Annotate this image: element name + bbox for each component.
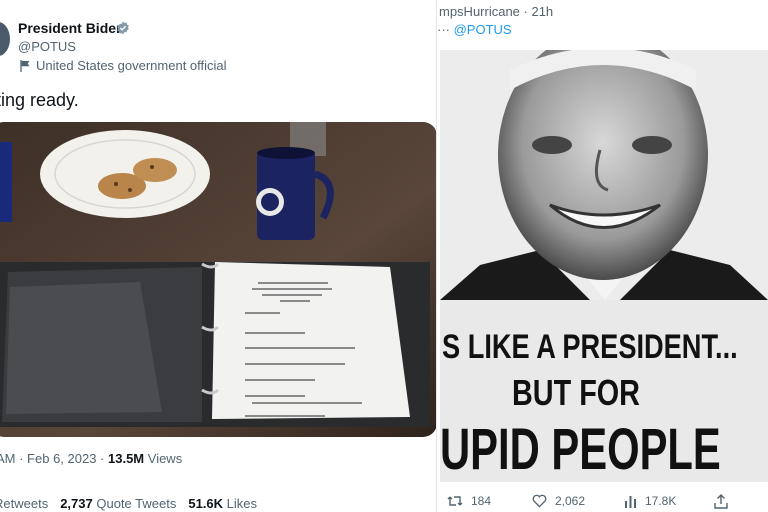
retweet-icon: [447, 496, 463, 506]
heart-icon: [532, 494, 547, 508]
views-label: Views: [144, 451, 183, 466]
likes[interactable]: 51.6K Likes: [188, 496, 257, 511]
government-label: United States government official: [20, 58, 227, 73]
quote-count: 2,737: [60, 496, 93, 511]
tweet-stats: Retweets 2,737 Quote Tweets 51.6K Likes: [0, 496, 257, 511]
verified-badge-icon: [117, 21, 129, 35]
analytics-icon: [625, 495, 636, 508]
flag-icon: [20, 59, 30, 72]
tweet-text: ting ready.: [0, 90, 79, 110]
share-icon: [714, 494, 728, 509]
tweet-timestamp[interactable]: AM · Feb 6, 2023 ·: [0, 451, 108, 466]
share-action[interactable]: [714, 494, 728, 509]
tweet-meta: AM · Feb 6, 2023 · 13.5M Views: [0, 451, 182, 466]
quote-label: Quote Tweets: [92, 496, 177, 511]
views-count-right: 17.8K: [645, 494, 677, 508]
author-avatar[interactable]: [0, 22, 10, 56]
government-label-text: United States government official: [36, 58, 227, 73]
views-count: 13.5M: [108, 451, 145, 466]
retweet-count: 184: [471, 494, 492, 508]
left-tweet: President Biden @POTUS United States gov…: [0, 0, 437, 512]
tweet-photo-binder[interactable]: [0, 122, 437, 437]
like-count: 2,062: [555, 494, 586, 508]
likes-count: 51.6K: [188, 496, 224, 511]
reply-author-header[interactable]: mpsHurricane · 21h: [439, 4, 553, 19]
author-name[interactable]: President Biden: [18, 20, 125, 36]
likes-label: Likes: [223, 496, 258, 511]
meme-caption-line2: BUT FOR: [512, 372, 640, 413]
more-dots-icon[interactable]: ···: [437, 22, 454, 37]
retweet-action[interactable]: 184: [447, 494, 491, 508]
like-action[interactable]: 2,062: [532, 494, 585, 508]
retweets-label[interactable]: Retweets: [0, 496, 48, 511]
reply-handle[interactable]: @POTUS: [454, 22, 512, 37]
meme-image[interactable]: S LIKE A PRESIDENT... BUT FOR UPID PEOPL…: [440, 50, 768, 482]
replying-to: ··· @POTUS: [437, 22, 512, 37]
meme-caption-line1: S LIKE A PRESIDENT...: [442, 328, 738, 366]
right-tweet: mpsHurricane · 21h ··· @POTUS S LIKE A P…: [437, 0, 768, 512]
views-action[interactable]: 17.8K: [624, 494, 676, 508]
meme-caption-line3: UPID PEOPLE: [440, 417, 721, 482]
author-handle[interactable]: @POTUS: [18, 39, 76, 54]
quote-tweets[interactable]: 2,737 Quote Tweets: [60, 496, 176, 511]
